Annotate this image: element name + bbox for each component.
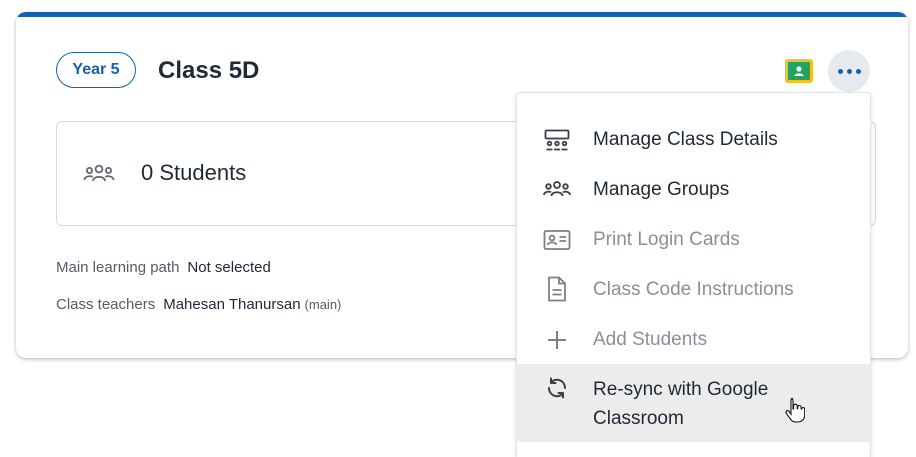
more-dot-icon	[837, 68, 843, 74]
students-icon	[83, 162, 115, 191]
more-options-button[interactable]	[828, 50, 870, 92]
group-icon	[543, 178, 571, 202]
plus-icon	[543, 328, 571, 352]
id-card-icon	[543, 228, 571, 252]
more-dot-icon	[846, 68, 852, 74]
class-teachers-row: Class teachers Mahesan Thanursan (main)	[56, 296, 341, 313]
more-dot-icon	[855, 68, 861, 74]
menu-item-label-line2: Classroom	[593, 408, 684, 429]
menu-item-label: Re-sync with Google	[593, 379, 769, 400]
learning-path-label: Main learning path	[56, 259, 180, 276]
menu-item-manage-groups[interactable]: Manage Groups	[517, 171, 870, 211]
card-accent-bar	[16, 12, 908, 17]
menu-item-label: Manage Groups	[593, 179, 730, 200]
class-options-menu: Manage Class Details Manage Groups Print	[516, 92, 871, 457]
learning-path-row: Main learning path Not selected	[56, 259, 271, 276]
menu-item-class-code-instructions[interactable]: Class Code Instructions	[517, 271, 870, 311]
hand-cursor-icon	[785, 396, 806, 429]
learning-path-value: Not selected	[187, 259, 271, 276]
teacher-note: (main)	[304, 297, 342, 312]
document-icon	[543, 276, 571, 302]
menu-item-label: Add Students	[593, 329, 708, 350]
class-teachers-label: Class teachers	[56, 296, 156, 313]
menu-item-add-students[interactable]: Add Students	[517, 321, 870, 361]
menu-item-label: Print Login Cards	[593, 229, 740, 250]
google-classroom-icon[interactable]	[785, 59, 813, 83]
menu-item-label: Class Code Instructions	[593, 279, 794, 300]
students-count: 0 Students	[141, 160, 247, 185]
classroom-icon	[543, 128, 571, 152]
year-badge: Year 5	[56, 52, 136, 88]
class-title: Class 5D	[158, 57, 260, 84]
sync-icon	[543, 376, 571, 400]
teacher-name: Mahesan Thanursan	[163, 296, 301, 313]
menu-item-resync-google-classroom[interactable]: Re-sync with Google Classroom	[517, 364, 870, 442]
menu-item-manage-class-details[interactable]: Manage Class Details	[517, 121, 870, 161]
menu-item-print-login-cards[interactable]: Print Login Cards	[517, 221, 870, 261]
menu-item-label: Manage Class Details	[593, 129, 778, 150]
